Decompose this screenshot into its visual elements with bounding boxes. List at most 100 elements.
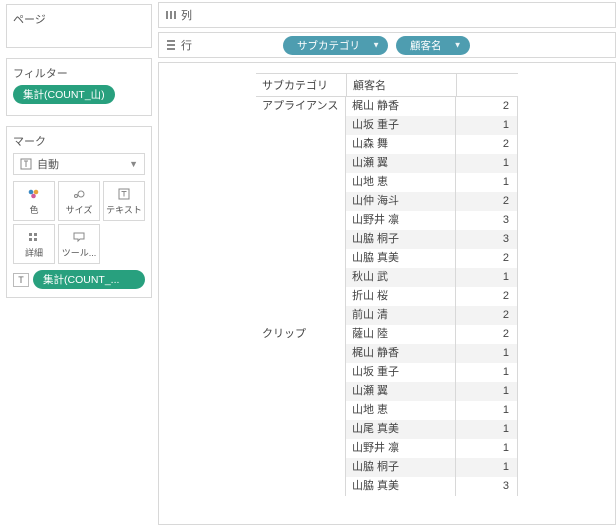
mark-type-value: 自動: [37, 156, 59, 172]
table-row[interactable]: アプライアンス梶山 静香2: [256, 97, 518, 116]
cell-customer: 山仲 海斗: [346, 192, 456, 211]
chevron-down-icon: ▼: [454, 41, 462, 50]
table-row[interactable]: 折山 桜2: [256, 287, 518, 306]
cell-customer: 折山 桜: [346, 287, 456, 306]
table-row[interactable]: 山坂 重子1: [256, 116, 518, 135]
cell-value: 2: [456, 287, 518, 306]
row-pill-subcategory-label: サブカテゴリ: [297, 40, 360, 52]
columns-shelf[interactable]: 列: [158, 2, 616, 28]
table-row[interactable]: 山脇 真美3: [256, 477, 518, 496]
table-row[interactable]: 山地 恵1: [256, 401, 518, 420]
cell-subcategory: [256, 287, 346, 306]
mark-detail-label: 詳細: [25, 246, 43, 259]
cell-value: 3: [456, 477, 518, 496]
header-subcategory[interactable]: サブカテゴリ: [256, 74, 346, 96]
pages-label: ページ: [13, 11, 145, 27]
cell-customer: 山野井 凛: [346, 439, 456, 458]
detail-icon: [26, 230, 42, 244]
table-row[interactable]: 前山 清2: [256, 306, 518, 325]
table-row[interactable]: 山尾 真美1: [256, 420, 518, 439]
row-pill-customer-label: 顧客名: [410, 40, 442, 52]
cell-subcategory: [256, 135, 346, 154]
mark-type-select[interactable]: 自動 ▼: [13, 153, 145, 175]
cell-subcategory: [256, 439, 346, 458]
cell-customer: 山森 舞: [346, 135, 456, 154]
crosstab: サブカテゴリ 顧客名 アプライアンス梶山 静香2山坂 重子1山森 舞2山瀬 翼1…: [256, 73, 518, 496]
table-row[interactable]: 山脇 真美2: [256, 249, 518, 268]
mark-text-pill-row: T 集計(COUNT_...: [13, 270, 145, 289]
table-row[interactable]: 山脇 桐子1: [256, 458, 518, 477]
cell-subcategory: [256, 306, 346, 325]
mark-text-button[interactable]: テキスト: [103, 181, 145, 221]
mark-text-pill[interactable]: 集計(COUNT_...: [33, 270, 145, 289]
cell-subcategory: [256, 477, 346, 496]
header-customer[interactable]: 顧客名: [346, 74, 456, 96]
cell-value: 3: [456, 230, 518, 249]
cell-subcategory: [256, 154, 346, 173]
cell-subcategory: [256, 211, 346, 230]
columns-shelf-label: 列: [181, 7, 192, 23]
color-icon: [26, 187, 42, 201]
row-pill-subcategory[interactable]: サブカテゴリ ▼: [283, 36, 388, 55]
cell-value: 1: [456, 439, 518, 458]
columns-shelf-label-wrap: 列: [165, 7, 275, 23]
table-row[interactable]: 山坂 重子1: [256, 363, 518, 382]
column-headers: サブカテゴリ 顧客名: [256, 73, 518, 97]
table-row[interactable]: 山瀬 翼1: [256, 154, 518, 173]
size-icon: [71, 187, 87, 201]
mark-size-button[interactable]: サイズ: [58, 181, 100, 221]
mark-size-label: サイズ: [66, 203, 93, 216]
table-row[interactable]: 山森 舞2: [256, 135, 518, 154]
table-row[interactable]: 山野井 凛1: [256, 439, 518, 458]
cell-subcategory: [256, 173, 346, 192]
cell-value: 1: [456, 268, 518, 287]
table-row[interactable]: 山野井 凛3: [256, 211, 518, 230]
cell-customer: 山野井 凛: [346, 211, 456, 230]
cell-customer: 山坂 重子: [346, 363, 456, 382]
text-icon: [116, 187, 132, 201]
cell-value: 2: [456, 192, 518, 211]
app-root: ページ フィルター 集計(COUNT_山) マーク 自動 ▼ 色 サイズ: [0, 0, 616, 525]
cell-customer: 梶山 静香: [346, 344, 456, 363]
table-row[interactable]: 梶山 静香1: [256, 344, 518, 363]
cell-value: 2: [456, 306, 518, 325]
text-mark-icon: T: [13, 273, 29, 287]
cell-customer: 秋山 武: [346, 268, 456, 287]
filter-pill-count-yama[interactable]: 集計(COUNT_山): [13, 85, 115, 104]
cell-value: 2: [456, 249, 518, 268]
cell-subcategory: [256, 230, 346, 249]
cell-customer: 梶山 静香: [346, 97, 456, 116]
table-row[interactable]: 山瀬 翼1: [256, 382, 518, 401]
pages-shelf[interactable]: ページ: [6, 4, 152, 48]
mark-tooltip-label: ツール...: [62, 246, 97, 259]
cell-subcategory: クリップ: [256, 325, 346, 344]
cell-customer: 薩山 陸: [346, 325, 456, 344]
table-row[interactable]: 秋山 武1: [256, 268, 518, 287]
columns-icon: [165, 9, 177, 21]
cell-value: 1: [456, 363, 518, 382]
chevron-down-icon: ▼: [372, 41, 380, 50]
cell-customer: 山地 恵: [346, 173, 456, 192]
cell-subcategory: [256, 420, 346, 439]
cell-customer: 山坂 重子: [346, 116, 456, 135]
chevron-down-icon: ▼: [129, 159, 138, 169]
mark-text-label: テキスト: [106, 203, 142, 216]
table-row[interactable]: 山脇 桐子3: [256, 230, 518, 249]
rows-icon: [165, 39, 177, 51]
mark-color-button[interactable]: 色: [13, 181, 55, 221]
cell-subcategory: [256, 458, 346, 477]
cell-customer: 山脇 真美: [346, 249, 456, 268]
filters-shelf[interactable]: フィルター 集計(COUNT_山): [6, 58, 152, 116]
marks-buttons: 色 サイズ テキスト 詳細 ツール...: [13, 181, 145, 264]
table-row[interactable]: 山仲 海斗2: [256, 192, 518, 211]
cell-value: 1: [456, 401, 518, 420]
sidebar: ページ フィルター 集計(COUNT_山) マーク 自動 ▼ 色 サイズ: [0, 0, 158, 525]
row-pill-customer[interactable]: 顧客名 ▼: [396, 36, 470, 55]
table-row[interactable]: クリップ薩山 陸2: [256, 325, 518, 344]
marks-card: マーク 自動 ▼ 色 サイズ テキスト: [6, 126, 152, 298]
rows-shelf[interactable]: 行 サブカテゴリ ▼ 顧客名 ▼: [158, 32, 616, 58]
cell-customer: 山脇 真美: [346, 477, 456, 496]
table-row[interactable]: 山地 恵1: [256, 173, 518, 192]
mark-detail-button[interactable]: 詳細: [13, 224, 55, 264]
mark-tooltip-button[interactable]: ツール...: [58, 224, 100, 264]
